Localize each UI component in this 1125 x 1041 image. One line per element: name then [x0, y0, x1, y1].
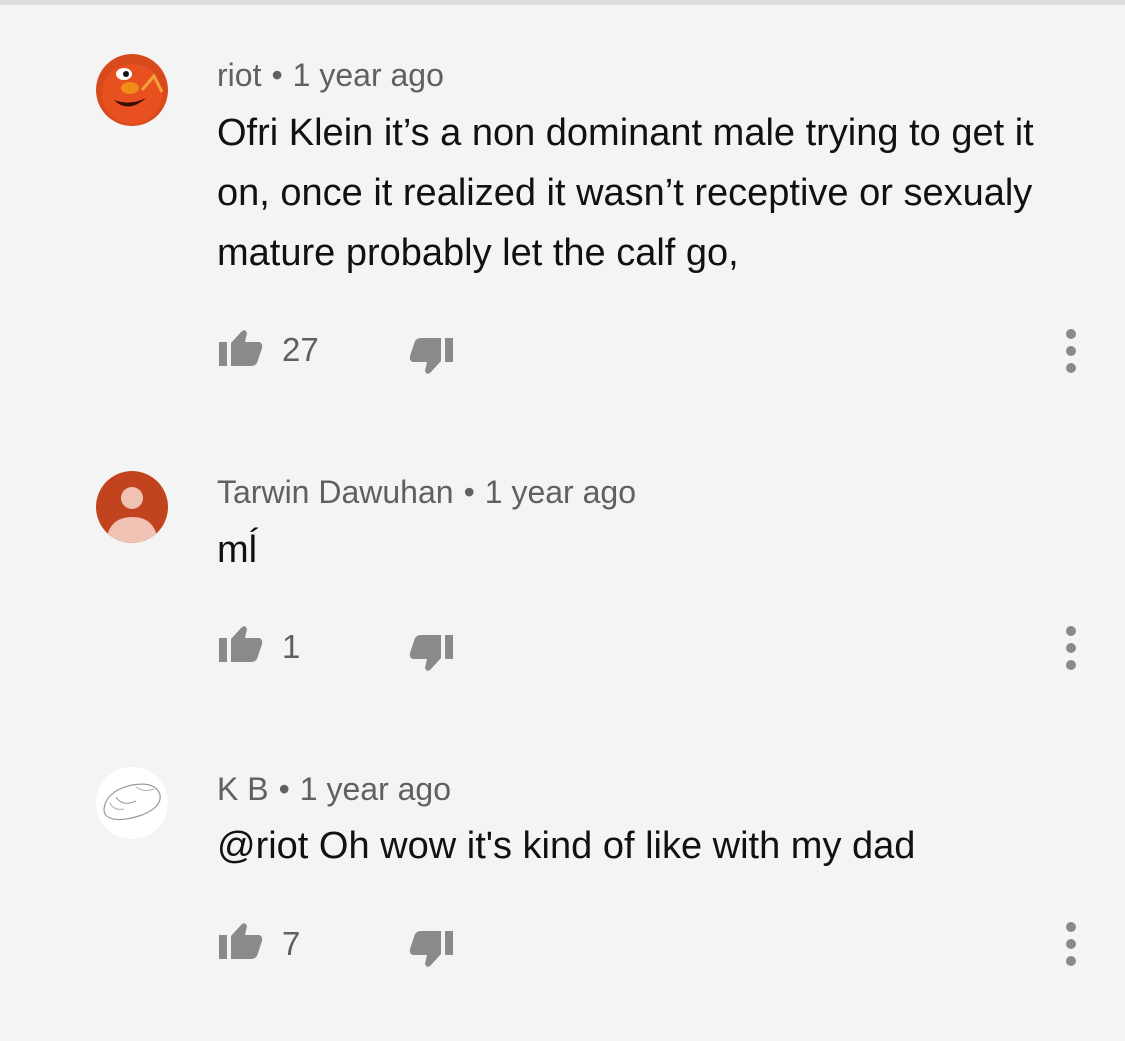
dislike-button[interactable] — [406, 629, 458, 677]
dislike-button[interactable] — [406, 925, 458, 973]
thumbs-down-icon — [409, 931, 453, 967]
author-name[interactable]: Tarwin Dawuhan — [217, 474, 454, 510]
meta-separator: • — [271, 57, 283, 93]
like-count: 7 — [282, 925, 301, 962]
avatar[interactable] — [96, 54, 168, 126]
comments-page: riot • 1 year ago Ofri Klein it’s a non do… — [0, 0, 1125, 1041]
more-dot — [1066, 346, 1076, 356]
comment-time: 1 year ago — [292, 57, 444, 93]
comment-time: 1 year ago — [484, 474, 636, 510]
more-dot — [1066, 363, 1076, 373]
dislike-button[interactable] — [406, 332, 458, 380]
comment-meta: Tarwin Dawuhan • 1 year ago — [217, 472, 636, 512]
more-dot — [1066, 643, 1076, 653]
more-dot — [1066, 329, 1076, 339]
default-person-avatar-icon — [96, 471, 168, 543]
like-button[interactable] — [214, 917, 266, 965]
like-count: 1 — [282, 628, 301, 665]
more-options-button[interactable] — [1050, 916, 1092, 972]
avatar[interactable] — [96, 767, 168, 839]
meta-separator: • — [463, 474, 475, 510]
more-dot — [1066, 922, 1076, 932]
comment-text: mĺ — [217, 529, 258, 571]
author-name[interactable]: riot — [217, 57, 261, 93]
more-dot — [1066, 956, 1076, 966]
more-dot — [1066, 939, 1076, 949]
comment-time: 1 year ago — [299, 771, 451, 807]
thumbs-down-icon — [409, 338, 453, 374]
comment-meta: riot • 1 year ago — [217, 55, 444, 95]
comment-text: Ofri Klein it’s a non dominant male tryi… — [217, 112, 1034, 274]
comment-meta: K B • 1 year ago — [217, 769, 451, 809]
meta-separator: • — [278, 771, 290, 807]
like-count: 27 — [282, 331, 319, 368]
thumbs-up-icon — [219, 923, 263, 959]
more-dot — [1066, 660, 1076, 670]
more-options-button[interactable] — [1050, 620, 1092, 676]
top-divider — [0, 0, 1125, 5]
like-button[interactable] — [214, 620, 266, 668]
mouse-sketch-avatar-icon — [96, 767, 168, 839]
comment-text: @riot Oh wow it's kind of like with my d… — [217, 825, 916, 867]
like-button[interactable] — [214, 324, 266, 372]
elmo-avatar-icon — [96, 54, 168, 126]
more-options-button[interactable] — [1050, 323, 1092, 379]
author-name[interactable]: K B — [217, 771, 269, 807]
more-dot — [1066, 626, 1076, 636]
avatar[interactable] — [96, 471, 168, 543]
thumbs-down-icon — [409, 635, 453, 671]
thumbs-up-icon — [219, 330, 263, 366]
thumbs-up-icon — [219, 626, 263, 662]
